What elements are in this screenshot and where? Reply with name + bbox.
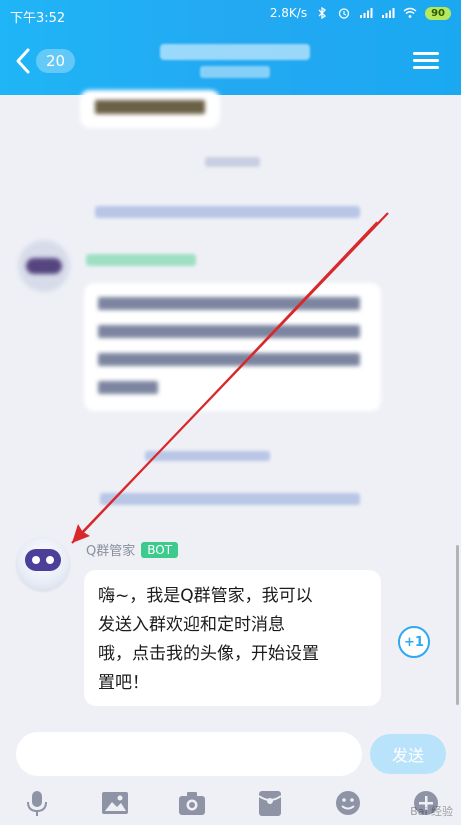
blurred-bubble-line	[98, 325, 360, 338]
sender-info: Q群管家 BOT	[86, 540, 179, 559]
chat-header: 20	[0, 36, 461, 86]
blurred-avatar-face	[26, 258, 62, 274]
blurred-bubble-line	[98, 381, 158, 394]
bluetooth-icon	[318, 7, 327, 19]
chat-title-blurred	[150, 42, 320, 82]
blurred-text	[95, 100, 205, 114]
blurred-system-notice	[95, 206, 360, 218]
message-line: 哦，点击我的头像，开始设置	[98, 644, 319, 664]
message-line: 发送入群欢迎和定时消息	[98, 615, 285, 635]
blurred-timestamp	[205, 157, 260, 167]
signal-icon-2	[382, 8, 395, 18]
plus-one-button[interactable]: +1	[398, 626, 430, 658]
blurred-bubble-line	[98, 297, 360, 310]
blurred-bubble-line	[98, 353, 360, 366]
image-icon[interactable]	[100, 788, 130, 818]
bot-avatar-face	[25, 549, 61, 571]
bot-eye	[32, 556, 40, 564]
sender-name: Q群管家	[86, 544, 136, 559]
status-bar: 下午3:52 2.8K/s 90	[0, 0, 461, 30]
bot-eye	[46, 556, 54, 564]
scrollbar[interactable]	[456, 545, 459, 705]
subtitle-blur	[200, 66, 270, 78]
message-line: 嗨~，我是Q群管家，我可以	[98, 586, 313, 606]
menu-line	[413, 52, 439, 55]
bot-avatar[interactable]	[17, 538, 69, 590]
alarm-icon	[338, 8, 350, 19]
chevron-left-icon	[16, 48, 30, 74]
menu-button[interactable]	[413, 48, 439, 72]
microphone-icon[interactable]	[22, 788, 52, 818]
message-input[interactable]	[16, 732, 362, 776]
message-bubble[interactable]: 嗨~，我是Q群管家，我可以 发送入群欢迎和定时消息 哦，点击我的头像，开始设置 …	[84, 570, 381, 706]
signal-icon-1	[360, 8, 373, 18]
top-bar: 下午3:52 2.8K/s 90 20	[0, 0, 461, 95]
wifi-icon	[403, 7, 417, 18]
title-blur	[160, 44, 310, 60]
annotation-arrow-head	[72, 524, 84, 543]
status-time: 下午3:52	[10, 11, 66, 26]
unread-count-badge: 20	[36, 49, 76, 73]
battery-indicator: 90	[425, 6, 451, 20]
emoji-icon[interactable]	[333, 788, 363, 818]
blurred-sender	[86, 254, 196, 266]
blurred-system-notice-2	[100, 493, 360, 505]
message-line: 置吧！	[98, 673, 149, 693]
status-right: 2.8K/s 90	[270, 6, 451, 20]
composer-bar: 发送 Bai 经验	[0, 720, 461, 825]
menu-line	[413, 59, 439, 62]
camera-icon[interactable]	[177, 788, 207, 818]
network-speed: 2.8K/s	[269, 6, 308, 20]
menu-line	[413, 66, 439, 69]
send-button[interactable]: 发送	[370, 734, 446, 774]
blurred-timestamp-2	[145, 451, 270, 461]
bot-badge: BOT	[141, 541, 179, 558]
red-packet-icon[interactable]	[255, 788, 285, 818]
composer-toolbar	[0, 788, 461, 824]
watermark: Bai 经验	[410, 805, 453, 818]
back-button[interactable]: 20	[14, 46, 84, 76]
